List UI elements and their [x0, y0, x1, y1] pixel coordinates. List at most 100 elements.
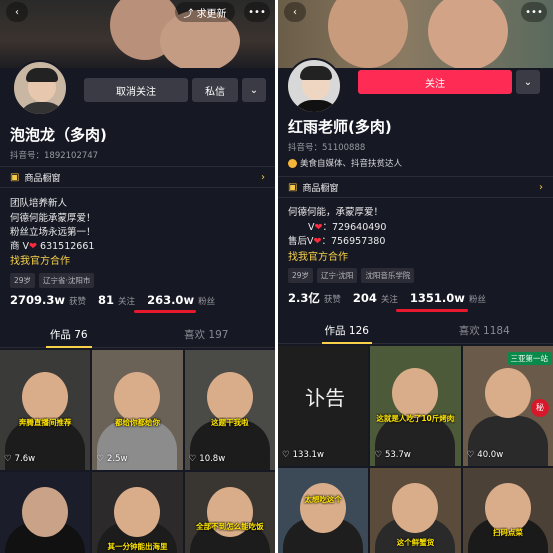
profile-stats: 2.3亿 获赞 204 关注 1351.0w 粉丝	[288, 290, 494, 306]
profile-stats: 2709.3w 获赞 81 关注 263.0w 粉丝	[10, 293, 223, 307]
shop-window-label: 商品橱窗	[24, 173, 61, 184]
shop-window-row[interactable]: ▣ 商品橱窗 ›	[0, 166, 275, 188]
fans-highlight-underline	[134, 310, 196, 313]
chevron-right-icon: ›	[261, 171, 265, 183]
following-count[interactable]: 81	[98, 293, 114, 307]
tab-works[interactable]: 作品 126	[278, 320, 416, 343]
verified-icon	[288, 159, 297, 168]
age-tag: 29岁	[288, 268, 314, 283]
following-count[interactable]: 204	[353, 291, 377, 305]
heart-outline-icon: ♡	[4, 454, 12, 464]
bio-line: V❤：729640490	[308, 219, 386, 233]
play-count-value: 2.5w	[106, 454, 128, 464]
video-thumbnail[interactable]: 奔腾直播间推荐 ♡ 7.6w	[0, 350, 91, 470]
video-caption: 扫码点菜	[492, 528, 523, 537]
share-icon: ⤴	[183, 8, 194, 20]
video-caption: 全部不到怎么能吃饭	[196, 522, 264, 531]
fans-label: 粉丝	[468, 295, 486, 305]
video-caption: 其一分钟能出海里	[107, 542, 168, 551]
fans-count[interactable]: 263.0w	[147, 293, 194, 307]
heart-outline-icon: ♡	[466, 450, 475, 460]
tab-likes[interactable]: 喜欢 197	[138, 324, 276, 347]
heart-outline-icon: ♡	[282, 450, 290, 460]
shop-window-row[interactable]: ▣ 商品橱窗 ›	[278, 176, 553, 198]
video-thumbnail[interactable]: 都给你都给你 ♡ 2.5w	[92, 350, 183, 470]
bio-line: 何德何能承蒙厚爱！	[10, 213, 96, 224]
video-thumbnail[interactable]: 这题干我啦 ♡ 10.8w	[184, 350, 275, 470]
likes-label: 获赞	[69, 297, 87, 307]
following-label: 关注	[380, 295, 398, 305]
play-count-value: 7.6w	[14, 454, 36, 464]
more-button[interactable]: •••	[244, 2, 270, 22]
following-label: 关注	[118, 297, 136, 307]
play-count-value: 40.0w	[477, 450, 504, 460]
profile-panel-right: ‹ ••• 关注 ⌄ 红雨老师(多肉) 抖音号：51100888 美食自媒体、抖…	[278, 0, 553, 553]
request-update-button[interactable]: ⤴ 求更新	[175, 2, 235, 22]
video-thumbnail[interactable]: 全部不到怎么能吃饭	[184, 472, 275, 553]
tab-works[interactable]: 作品 76	[0, 324, 138, 347]
video-caption: 这就是人吃了10斤烤肉的感觉	[376, 414, 455, 424]
profile-name: 泡泡龙（多肉)	[10, 126, 107, 144]
video-thumbnail[interactable]: 这就是人吃了10斤烤肉的感觉 ♡53.7w	[370, 346, 461, 466]
content-tabs: 作品 76 喜欢 197	[0, 324, 275, 348]
message-button[interactable]: 私信	[192, 78, 238, 102]
likes-count[interactable]: 2709.3w	[10, 293, 65, 307]
cart-icon: ▣	[288, 181, 298, 193]
dropdown-button[interactable]: ⌄	[516, 70, 540, 94]
video-thumbnail[interactable]: 讣告 ♡ 133.1w	[278, 346, 369, 466]
more-icon: •••	[248, 6, 266, 18]
video-grid: 奔腾直播间推荐 ♡ 7.6w 都给你都给你 ♡ 2.5w 这题干我啦 ♡ 10.8w …	[0, 350, 275, 553]
dropdown-button[interactable]: ⌄	[242, 78, 266, 102]
active-tab-indicator	[322, 342, 372, 344]
video-thumbnail[interactable]: 其一分钟能出海里	[92, 472, 183, 553]
play-count: ♡ 40.0w	[467, 450, 504, 460]
content-tabs: 作品 126 喜欢 1184	[278, 320, 553, 344]
play-count: ♡ 53.7w	[374, 450, 411, 460]
video-grid: 讣告 ♡133.1w 这就是人吃了10斤烤肉的感觉 ♡53.7w 三亚第一站 秘…	[278, 346, 553, 553]
bio-line: 何德何能，承蒙厚爱！	[288, 207, 384, 218]
video-thumbnail[interactable]: 这个鲜蟹货	[370, 468, 461, 553]
douyin-id: 抖音号：1892102747	[10, 151, 99, 161]
video-thumbnail[interactable]: 太想吃这个	[278, 468, 369, 553]
video-thumbnail[interactable]	[0, 472, 91, 553]
video-caption: 奔腾直播间推荐	[18, 418, 72, 428]
likes-count[interactable]: 2.3亿	[288, 290, 320, 306]
follow-button[interactable]: 关注	[358, 70, 512, 94]
play-count-value: 53.7w	[384, 450, 411, 460]
avatar[interactable]	[12, 60, 68, 116]
chevron-down-icon: ⌄	[523, 76, 533, 88]
school-tag: 沈阳音乐学院	[361, 268, 415, 283]
video-caption: 这题干我啦	[211, 418, 249, 428]
video-thumbnail[interactable]: 三亚第一站 秘 ♡ 40.0w	[462, 346, 553, 466]
video-thumbnail[interactable]: 扫码点菜	[462, 468, 553, 553]
play-count: ♡ 133.1w	[282, 450, 324, 460]
back-button[interactable]: ‹	[284, 2, 306, 22]
play-count: ♡ 7.6w	[4, 454, 35, 464]
play-count-value: 10.8w	[199, 454, 226, 464]
more-button[interactable]: •••	[521, 2, 547, 22]
more-icon: •••	[525, 6, 543, 18]
unfollow-button[interactable]: 取消关注	[84, 78, 188, 102]
profile-tags: 29岁 辽宁·沈阳 沈阳音乐学院	[288, 268, 415, 283]
chevron-right-icon: ›	[539, 181, 543, 193]
play-count: ♡ 2.5w	[96, 454, 127, 464]
fans-count[interactable]: 1351.0w	[410, 291, 465, 305]
likes-label: 获赞	[323, 295, 341, 305]
heart-outline-icon: ♡	[188, 454, 197, 464]
video-caption: 这个鲜蟹货	[396, 538, 435, 547]
bio-contact-prefix: 商 V	[10, 241, 30, 252]
heart-icon: ❤	[29, 241, 37, 252]
official-cooperation-link[interactable]: 找我官方合作	[10, 252, 70, 267]
tab-likes[interactable]: 喜欢 1184	[416, 320, 553, 343]
location-tag: 辽宁·沈阳	[317, 268, 358, 283]
heart-outline-icon: ♡	[96, 454, 104, 464]
verified-badge: 美食自媒体、抖音扶贫达人	[288, 157, 402, 169]
back-button[interactable]: ‹	[6, 2, 28, 22]
obituary-title: 讣告	[305, 386, 346, 410]
avatar[interactable]	[286, 58, 342, 114]
play-count: ♡ 10.8w	[189, 454, 226, 464]
official-cooperation-link[interactable]: 找我官方合作	[288, 248, 348, 263]
profile-panel-left: ‹ ⤴ 求更新 ••• 取消关注 私信 ⌄ 泡泡龙（多肉) 抖音号：189210…	[0, 0, 275, 553]
video-title-badge: 三亚第一站	[507, 352, 551, 365]
back-icon: ‹	[293, 6, 297, 18]
